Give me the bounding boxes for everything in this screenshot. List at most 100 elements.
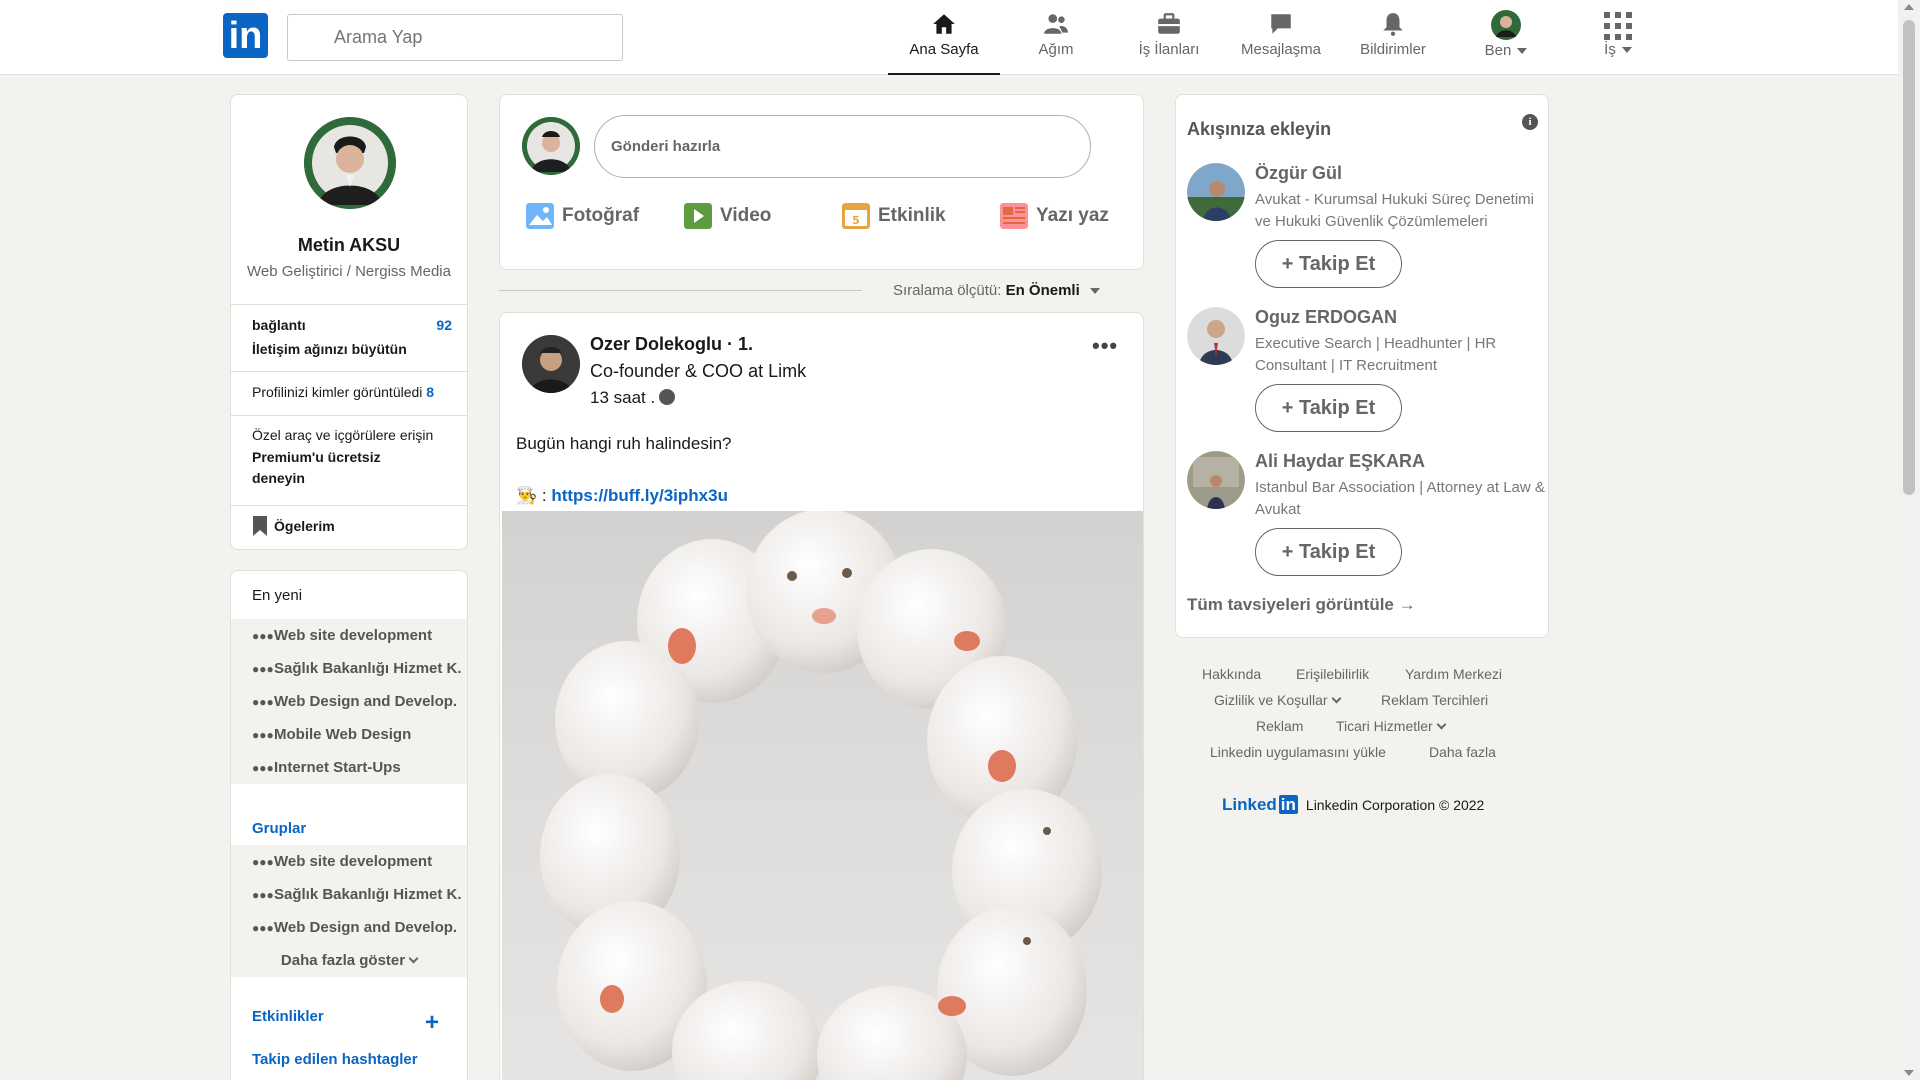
sort-label: Sıralama ölçütü: [893,282,1002,299]
list-item[interactable]: ●●●Sağlık Bakanlığı Hizmet K. [231,652,467,685]
recommendation-avatar[interactable] [1187,163,1245,221]
list-item[interactable]: ●●●Mobile Web Design [231,718,467,751]
page-scrollbar[interactable] [1898,0,1920,1080]
scrollbar-thumb[interactable] [1903,20,1915,495]
nav-work[interactable]: İş [1562,0,1674,75]
footer-more-link[interactable]: Daha fazla [1429,744,1496,760]
chevron-down-icon [1621,47,1632,54]
recommendation-name[interactable]: Oguz ERDOGAN [1255,307,1397,328]
write-article-button[interactable]: Yazı yaz [1000,203,1109,229]
group-icon: ●●● [252,629,274,643]
recommendation-headline: Istanbul Bar Association | Attorney at L… [1255,479,1545,518]
scroll-up-arrow-icon[interactable] [1904,4,1914,10]
search-input[interactable] [288,15,622,60]
search-box[interactable] [287,14,623,61]
group-icon: ●●● [252,728,274,742]
post-author-name[interactable]: Ozer Dolekoglu · 1. [590,334,753,355]
saved-items-link[interactable]: Ögelerim [252,515,452,537]
divider [231,505,467,506]
follow-button[interactable]: + Takip Et [1255,240,1402,288]
premium-promo[interactable]: Özel araç ve içgörülere erişin Premium'u… [252,427,452,486]
events-link[interactable]: Etkinlikler [252,1008,324,1025]
list-item[interactable]: ●●●Internet Start-Ups [231,751,467,784]
list-item[interactable]: ●●●Web Design and Develop. [231,685,467,718]
connections-label: bağlantı [252,317,306,333]
group-icon: ●●● [252,761,274,775]
list-item[interactable]: ●●●Web site development [231,619,467,652]
nav-messaging[interactable]: Mesajlaşma [1225,0,1337,75]
connections-row[interactable]: bağlantı 92 [252,317,452,333]
follow-button[interactable]: + Takip Et [1255,384,1402,432]
footer-privacy-link[interactable]: Gizlilik ve Koşullar [1214,692,1342,708]
hashtags-link[interactable]: Takip edilen hashtagler [252,1051,418,1068]
group-icon: ●●● [252,888,274,902]
add-event-button[interactable]: + [425,1009,439,1037]
footer-get-app-link[interactable]: Linkedin uygulamasını yükle [1210,744,1386,760]
list-item[interactable]: ●●●Web site development [231,845,467,878]
profile-card: Metin AKSU Web Geliştirici / Nergiss Med… [230,94,468,550]
profile-name[interactable]: Metin AKSU [231,235,467,256]
profile-photo[interactable] [304,117,396,209]
avatar[interactable] [522,117,580,175]
profile-photo-image [304,117,396,209]
home-icon [933,14,955,34]
nav-home[interactable]: Ana Sayfa [888,0,1000,75]
footer-about-link[interactable]: Hakkında [1202,666,1261,682]
post-author-avatar[interactable] [522,335,580,393]
sort-value: En Önemli [1005,282,1080,299]
event-button[interactable]: 5 Etkinlik [842,203,946,229]
nav-home-label: Ana Sayfa [909,41,979,58]
groups-link[interactable]: Gruplar [252,820,306,837]
post-image[interactable] [502,509,1143,1080]
scroll-down-arrow-icon[interactable] [1904,1070,1914,1076]
premium-cta: Premium'u ücretsiz [252,449,381,465]
nav-jobs-label: İş İlanları [1138,41,1200,58]
profile-viewers-row[interactable]: Profilinizi kimler görüntüledi 8 [252,384,462,400]
calendar-icon: 5 [842,203,870,229]
show-more-button[interactable]: Daha fazla göster [231,944,467,977]
view-all-recommendations-link[interactable]: Tüm tavsiyeleri görüntüle → [1187,595,1416,615]
nav-jobs[interactable]: İş İlanları [1113,0,1225,75]
recommendation-name[interactable]: Ali Haydar EŞKARA [1255,451,1425,472]
grow-network-link[interactable]: İletişim ağınızı büyütün [252,341,452,357]
footer-business-link[interactable]: Ticari Hizmetler [1336,718,1447,734]
list-item[interactable]: ●●●Web Design and Develop. [231,911,467,944]
briefcase-icon [1158,13,1180,34]
profile-headline: Web Geliştirici / Nergiss Media [247,263,451,280]
globe-icon [659,389,676,405]
profile-viewers-label: Profilinizi kimler görüntüledi [252,384,423,400]
chevron-down-icon [1517,48,1528,55]
photo-button[interactable]: Fotoğraf [526,203,639,229]
recommendation-avatar[interactable] [1187,451,1245,509]
follow-button[interactable]: + Takip Et [1255,528,1402,576]
groups-list: ●●●Web site development ●●●Sağlık Bakanl… [231,845,467,977]
list-item[interactable]: ●●●Sağlık Bakanlığı Hizmet K. [231,878,467,911]
recommendation-avatar[interactable] [1187,307,1245,365]
footer-help-link[interactable]: Yardım Merkezi [1405,666,1502,682]
nav-notifications[interactable]: Bildirimler [1337,0,1449,75]
footer-accessibility-link[interactable]: Erişilebilirlik [1296,666,1369,682]
start-post-input[interactable]: Gönderi hazırla [594,115,1091,178]
info-icon[interactable]: i [1522,114,1538,130]
post-author-headline: Co-founder & COO at Limk [590,361,807,381]
recommendation-name[interactable]: Özgür Gül [1255,163,1342,184]
post-image-sculpture [540,509,1102,1080]
communities-card: En yeni ●●●Web site development ●●●Sağlı… [230,570,468,1080]
premium-text: Özel araç ve içgörülere erişin [252,427,434,443]
post-link[interactable]: https://buff.ly/3iphx3u [551,486,728,505]
footer-ads-link[interactable]: Reklam [1256,718,1303,734]
linkedin-logo[interactable]: in [223,13,268,58]
nav-me[interactable]: Ben [1450,0,1562,75]
chevron-down-icon [1331,693,1342,704]
sort-dropdown[interactable]: Sıralama ölçütü: En Önemli [893,282,1100,299]
video-button[interactable]: Video [684,203,771,229]
more-options-button[interactable]: ••• [1092,333,1118,359]
nav-network[interactable]: Ağım [1000,0,1112,75]
post-link-line: 👨‍🍳 : https://buff.ly/3iphx3u [516,486,728,506]
recent-label: En yeni [252,587,303,604]
video-icon [684,203,712,229]
footer-ad-prefs-link[interactable]: Reklam Tercihleri [1381,692,1488,708]
chevron-down-icon [1436,719,1447,730]
article-icon [1000,203,1028,229]
group-icon: ●●● [252,855,274,869]
